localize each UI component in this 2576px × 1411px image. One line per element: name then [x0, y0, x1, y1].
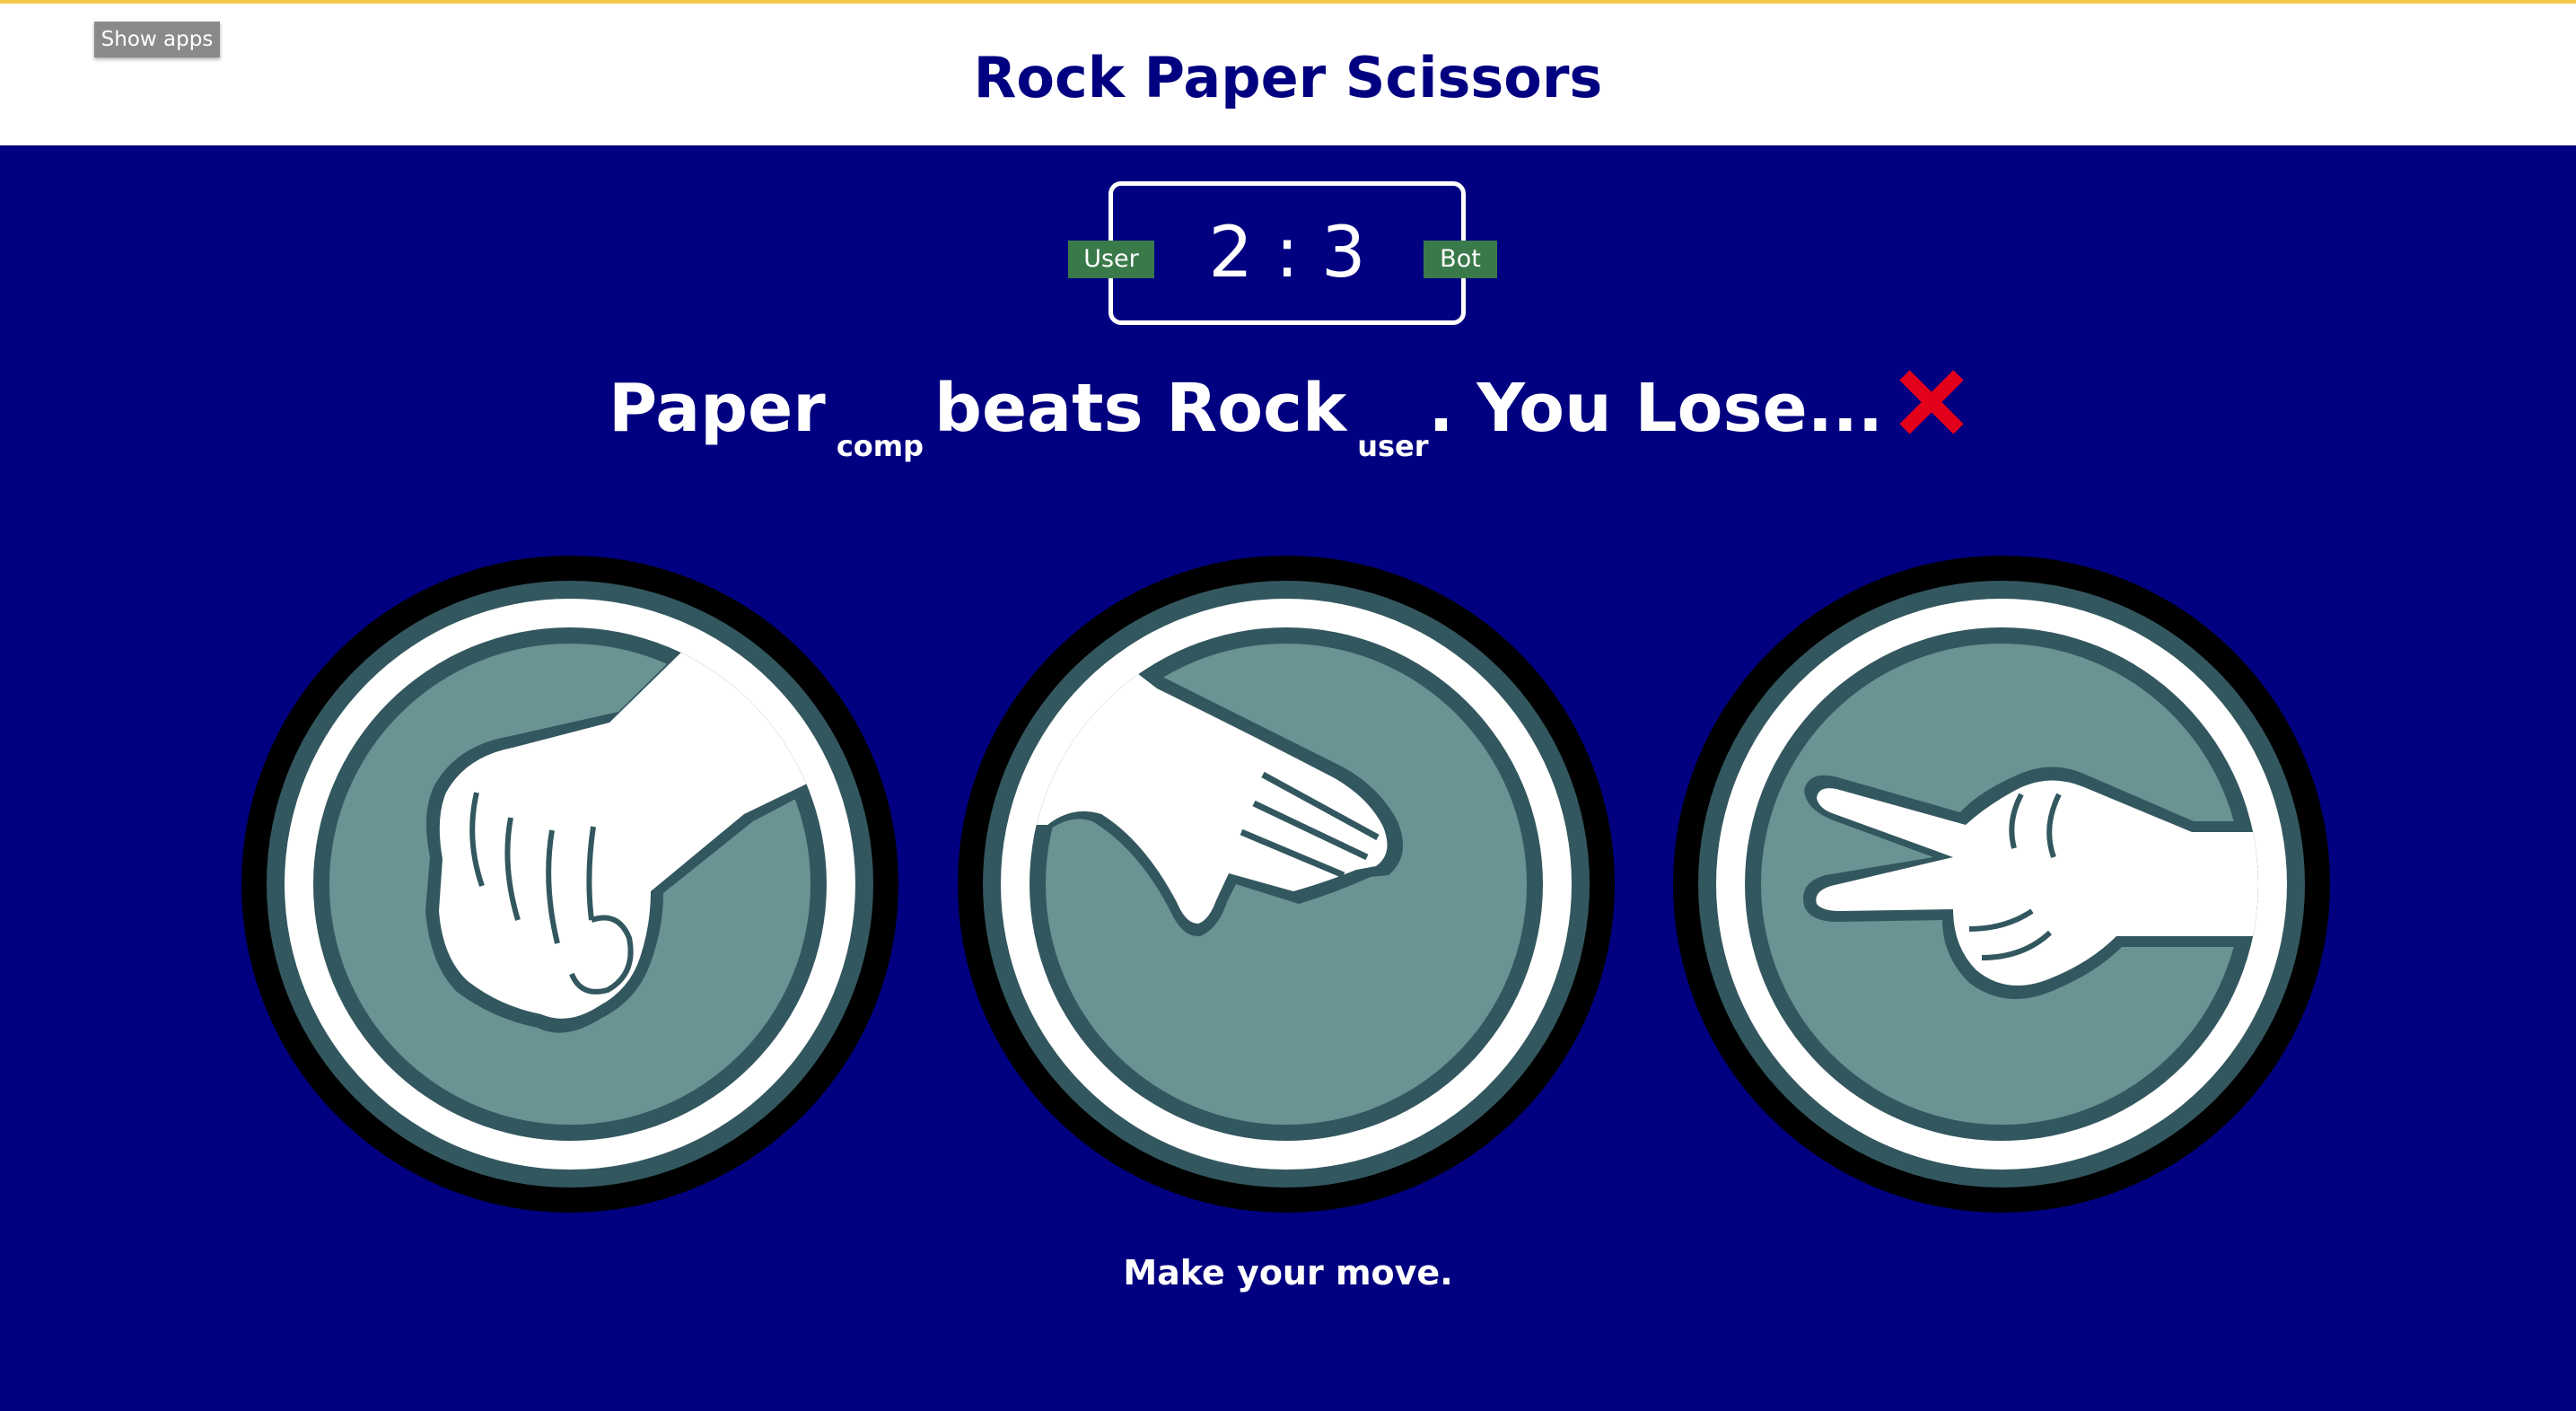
- user-badge: User: [1068, 241, 1154, 278]
- paper-button[interactable]: [958, 552, 1615, 1216]
- move-prompt: Make your move.: [1123, 1253, 1453, 1293]
- result-message: Paper comp beats Rock user. You Lose...: [0, 359, 2576, 470]
- rock-button[interactable]: [241, 552, 898, 1216]
- scissors-hand-icon: [1673, 556, 2330, 1213]
- score-separator: :: [1275, 213, 1300, 294]
- score-display: 2 : 3: [1113, 186, 1461, 320]
- page-title: Rock Paper Scissors: [973, 45, 1603, 110]
- result-outcome: . You Lose...: [1428, 370, 1884, 447]
- bot-score: 3: [1320, 213, 1366, 294]
- user-move: Rock: [1166, 370, 1347, 447]
- user-score: 2: [1208, 213, 1254, 294]
- user-tag: user: [1357, 429, 1429, 463]
- rock-hand-icon: [241, 556, 898, 1213]
- paper-hand-icon: [958, 556, 1615, 1213]
- scissors-button[interactable]: [1673, 552, 2330, 1216]
- header: Show apps Rock Paper Scissors: [0, 4, 2576, 145]
- scoreboard: 2 : 3: [1108, 181, 1466, 325]
- red-x-icon: [1899, 370, 1964, 434]
- result-verb: beats: [934, 370, 1143, 447]
- comp-tag: comp: [836, 429, 924, 463]
- bot-badge: Bot: [1424, 241, 1497, 278]
- comp-move: Paper: [608, 370, 826, 447]
